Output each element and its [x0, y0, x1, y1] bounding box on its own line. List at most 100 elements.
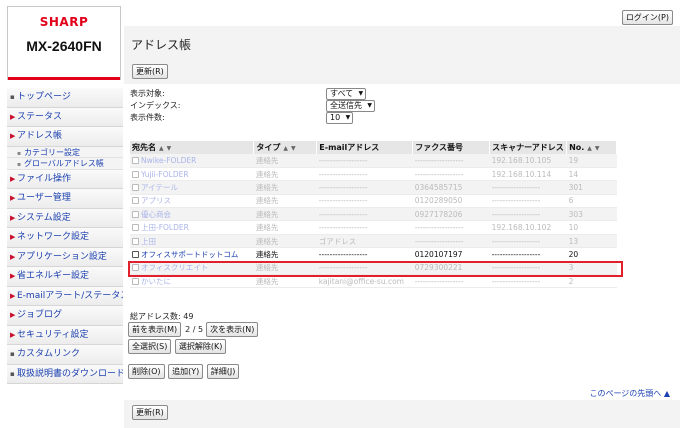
select-all-button[interactable]: 全選択(S)	[128, 339, 172, 354]
scanner-cell: 192.168.10.105	[489, 154, 567, 168]
sidebar-item-security-settings[interactable]: ▶ セキュリティ設定	[7, 325, 123, 345]
target-label: 表示対象:	[130, 89, 165, 98]
name-link[interactable]: Nwike-FOLDER	[141, 156, 196, 165]
filter-row-index: インデックス: 全送信先 ▼	[130, 100, 390, 112]
name-link[interactable]: オフィスサポートドットコム	[141, 250, 238, 259]
table-row-highlighted: オフィスサポートドットコム 連絡先 ------------------ 012…	[130, 247, 617, 262]
row-checkbox[interactable]	[132, 183, 139, 191]
row-checkbox[interactable]	[132, 170, 139, 178]
sidebar-item-job-log[interactable]: ▶ ジョブログ	[7, 306, 123, 326]
name-cell[interactable]: 優心商会	[130, 207, 254, 222]
sidebar-item-custom-links[interactable]: ▪ カスタムリンク	[7, 345, 123, 365]
name-link[interactable]: かいたに	[141, 277, 171, 286]
table-row: Nwike-FOLDER 連絡先 ------------------ ----…	[130, 154, 617, 168]
count-label: 表示件数:	[130, 113, 165, 122]
prev-page-button[interactable]: 前を表示(M)	[128, 322, 182, 337]
table-row: Yujii-FOLDER 連絡先 ------------------ ----…	[130, 167, 617, 182]
row-checkbox[interactable]	[132, 156, 139, 164]
sidebar-item-energy-save[interactable]: ▶ 省エネルギー設定	[7, 267, 123, 287]
sidebar-item-status[interactable]: ▶ ステータス	[7, 107, 123, 127]
sidebar-item-label: セキュリティ設定	[17, 329, 89, 340]
target-select[interactable]: すべて ▼	[326, 88, 367, 100]
column-header-label: No.	[569, 143, 585, 152]
sort-ascending-icon[interactable]: ▲	[587, 145, 592, 152]
sort-descending-icon[interactable]: ▼	[595, 145, 600, 152]
refresh-button[interactable]: 更新(R)	[132, 64, 168, 79]
fax-cell: 0927178206	[412, 207, 490, 222]
name-link[interactable]: 優心商会	[141, 210, 171, 219]
row-checkbox[interactable]	[132, 224, 139, 232]
refresh-button-bottom[interactable]: 更新(R)	[132, 405, 168, 420]
total-value: 49	[183, 312, 194, 321]
sidebar-subitem-label: カテゴリー設定	[24, 147, 80, 157]
brand-panel: SHARP MX-2640FN	[7, 6, 121, 80]
email-cell: ------------------	[316, 154, 413, 168]
column-header-name[interactable]: 宛先名 ▲ ▼	[130, 141, 255, 154]
fax-cell: 0120107197	[412, 247, 490, 262]
index-select-value: 全送信先	[330, 101, 362, 110]
sidebar-item-manual-download[interactable]: ▪ 取扱説明書のダウンロード	[7, 364, 123, 384]
email-cell: ------------------	[316, 167, 413, 182]
sidebar-item-file-operation[interactable]: ▶ ファイル操作	[7, 169, 123, 189]
index-select[interactable]: 全送信先 ▼	[326, 100, 375, 112]
count-select[interactable]: 10 ▼	[326, 112, 354, 124]
column-header-no[interactable]: No. ▲ ▼	[566, 141, 617, 154]
name-cell[interactable]: オフィスサポートドットコム	[130, 247, 254, 262]
sort-ascending-icon[interactable]: ▲	[283, 145, 288, 152]
add-button[interactable]: 追加(Y)	[168, 364, 204, 379]
fax-cell: ------------------	[412, 154, 490, 168]
row-checkbox[interactable]	[132, 197, 139, 205]
row-checkbox[interactable]	[132, 277, 139, 285]
sidebar-item-network-settings[interactable]: ▶ ネットワーク設定	[7, 228, 123, 248]
sidebar-subitem-global-address-book[interactable]: ▪ グローバルアドレス帳	[7, 158, 123, 170]
sidebar-item-label: ネットワーク設定	[17, 232, 90, 242]
name-cell[interactable]: 上田	[130, 234, 254, 249]
column-header-email: E-mailアドレス	[316, 141, 414, 154]
name-cell[interactable]: Nwike-FOLDER	[130, 154, 254, 168]
sidebar-item-system-settings[interactable]: ▶ システム設定	[7, 208, 123, 228]
name-link[interactable]: Yujii-FOLDER	[141, 170, 189, 179]
next-page-button[interactable]: 次を表示(N)	[206, 322, 259, 337]
table-row: 上田 連絡先 ゴアドレス ------------------ --------…	[130, 234, 617, 249]
sidebar-item-user-management[interactable]: ▶ ユーザー管理	[7, 189, 123, 209]
fax-cell: ------------------	[412, 234, 490, 249]
name-link[interactable]: アプリス	[141, 196, 171, 205]
name-cell[interactable]: アプリス	[130, 194, 254, 209]
detail-button[interactable]: 詳細(J)	[206, 364, 240, 379]
sort-descending-icon[interactable]: ▼	[167, 145, 172, 152]
name-cell[interactable]: アイテール	[130, 180, 254, 195]
total-label: 総アドレス数:	[130, 312, 181, 321]
name-cell[interactable]: Yujii-FOLDER	[130, 167, 254, 182]
page-indicator: 2 / 5	[185, 325, 204, 334]
sidebar-item-address-book[interactable]: ▶ アドレス帳	[7, 127, 123, 147]
sort-descending-icon[interactable]: ▼	[291, 145, 296, 152]
table-row: アプリス 連絡先 ------------------ 0120289050 -…	[130, 194, 617, 209]
number-cell: 10	[566, 220, 617, 235]
sidebar-item-application-settings[interactable]: ▶ アプリケーション設定	[7, 247, 123, 267]
table-header-row: 宛先名 ▲ ▼ タイプ ▲ ▼ E-mailアドレス ファクス番号 スキャナーアドレス …	[130, 141, 617, 154]
triangle-bullet-icon: ▶	[10, 174, 16, 183]
sidebar-nav: ▪ トップページ ▶ ステータス ▶ アドレス帳 ▪ カテゴリー設定 ▪ グローバルアドレ…	[7, 88, 123, 384]
sidebar-item-email-alert[interactable]: ▶ E-mailアラート/ステータス	[7, 286, 123, 306]
name-cell[interactable]: 上田-FOLDER	[130, 220, 254, 235]
sidebar-item-label: トップページ	[17, 92, 71, 102]
sidebar-subitem-category-settings[interactable]: ▪ カテゴリー設定	[7, 146, 123, 158]
name-link[interactable]: 上田	[141, 237, 156, 246]
type-cell: 連絡先	[253, 207, 317, 222]
delete-button[interactable]: 削除(O)	[128, 364, 165, 379]
model-name: MX-2640FN	[26, 38, 102, 54]
sort-ascending-icon[interactable]: ▲	[159, 145, 164, 152]
row-checkbox[interactable]	[132, 237, 139, 245]
bottom-panel: 更新(R)	[124, 400, 680, 428]
login-button[interactable]: ログイン(P)	[621, 10, 673, 25]
name-link[interactable]: 上田-FOLDER	[141, 223, 189, 232]
fax-cell: ------------------	[412, 220, 490, 235]
sidebar-item-top-page[interactable]: ▪ トップページ	[7, 88, 123, 108]
row-checkbox[interactable]	[132, 250, 139, 258]
row-checkbox[interactable]	[132, 210, 139, 218]
name-link[interactable]: アイテール	[141, 183, 178, 192]
type-cell: 連絡先	[253, 154, 317, 168]
column-header-type[interactable]: タイプ ▲ ▼	[253, 141, 318, 154]
deselect-button[interactable]: 選択解除(K)	[174, 339, 227, 354]
page-top-link[interactable]: このページの先頭へ ▲	[589, 388, 670, 399]
